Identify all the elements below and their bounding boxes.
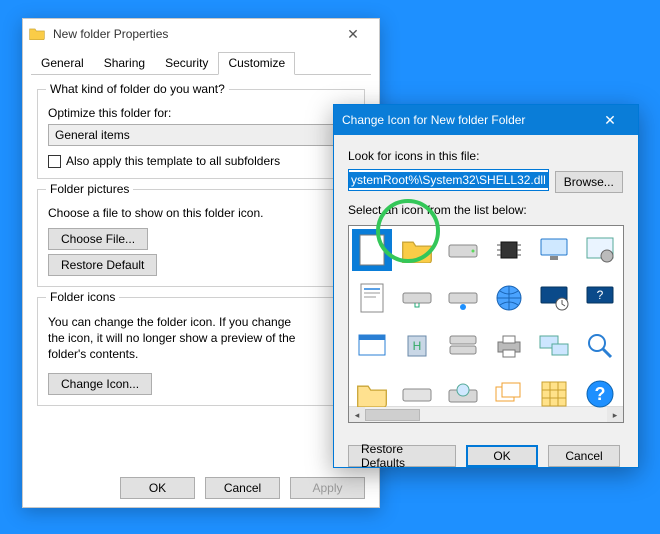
icon-list[interactable]: ? H? ◂ ▸: [348, 225, 624, 423]
close-button[interactable]: ✕: [590, 106, 630, 134]
display-settings-icon[interactable]: [532, 322, 578, 370]
ok-button[interactable]: OK: [466, 445, 538, 467]
properties-title: New folder Properties: [53, 27, 333, 41]
checkbox-box: [48, 155, 61, 168]
svg-text:?: ?: [595, 384, 606, 404]
look-label: Look for icons in this file:: [348, 149, 624, 163]
scroll-right-button[interactable]: ▸: [607, 407, 623, 423]
folder-icon[interactable]: [395, 226, 441, 274]
pictures-desc: Choose a file to show on this folder ico…: [48, 206, 354, 220]
optimize-combo[interactable]: General items ▾: [48, 124, 354, 146]
group-legend: What kind of folder do you want?: [46, 82, 229, 96]
clock-monitor-icon[interactable]: [532, 274, 578, 322]
icon-path-input[interactable]: ystemRoot%\System32\SHELL32.dll: [348, 169, 549, 191]
search-icon[interactable]: [577, 322, 623, 370]
group-legend: Folder icons: [46, 290, 119, 304]
scroll-track[interactable]: [365, 407, 607, 422]
select-label: Select an icon from the list below:: [348, 203, 624, 217]
properties-footer: OK Cancel Apply: [120, 473, 369, 499]
network-drive2-icon[interactable]: [440, 274, 486, 322]
group-folder-pictures: Folder pictures Choose a file to show on…: [37, 189, 365, 287]
document-icon[interactable]: [349, 274, 395, 322]
change-icon-titlebar[interactable]: Change Icon for New folder Folder ✕: [334, 105, 638, 135]
change-icon-title: Change Icon for New folder Folder: [342, 113, 590, 127]
scroll-left-button[interactable]: ◂: [349, 407, 365, 423]
cancel-button[interactable]: Cancel: [548, 445, 620, 467]
tab-general[interactable]: General: [31, 52, 94, 75]
window-icon[interactable]: [349, 322, 395, 370]
svg-text:?: ?: [597, 288, 604, 302]
tab-security[interactable]: Security: [155, 52, 218, 75]
restore-default-button[interactable]: Restore Default: [48, 254, 157, 276]
svg-text:H: H: [413, 339, 422, 353]
gear-window-icon[interactable]: [577, 226, 623, 274]
printer-icon[interactable]: [486, 322, 532, 370]
change-icon-body: Look for icons in this file: ystemRoot%\…: [334, 135, 638, 431]
tab-sharing[interactable]: Sharing: [94, 52, 155, 75]
horizontal-scrollbar[interactable]: ◂ ▸: [349, 406, 623, 422]
group-legend: Folder pictures: [46, 182, 133, 196]
subfolders-checkbox[interactable]: Also apply this template to all subfolde…: [48, 154, 354, 168]
scroll-thumb[interactable]: [365, 409, 420, 421]
ok-button[interactable]: OK: [120, 477, 195, 499]
customize-panel: What kind of folder do you want? Optimiz…: [23, 75, 379, 406]
monitor-people-icon[interactable]: [532, 226, 578, 274]
checkbox-label: Also apply this template to all subfolde…: [66, 154, 280, 168]
icons-desc: You can change the folder icon. If you c…: [48, 314, 308, 363]
blank-file-icon[interactable]: [349, 226, 395, 274]
icon-path-value: ystemRoot%\System32\SHELL32.dll: [349, 172, 548, 188]
change-icon-footer: Restore Defaults OK Cancel: [334, 431, 638, 467]
change-icon-dialog: Change Icon for New folder Folder ✕ Look…: [333, 104, 639, 468]
apply-button[interactable]: Apply: [290, 477, 365, 499]
folder-icon: [29, 26, 45, 42]
combo-value: General items: [55, 128, 130, 142]
globe-icon[interactable]: [486, 274, 532, 322]
properties-titlebar[interactable]: New folder Properties ✕: [23, 19, 379, 49]
group-folder-icons: Folder icons You can change the folder i…: [37, 297, 365, 406]
optimize-label: Optimize this folder for:: [48, 106, 354, 120]
change-icon-button[interactable]: Change Icon...: [48, 373, 152, 395]
properties-window: New folder Properties ✕ General Sharing …: [22, 18, 380, 508]
tab-customize[interactable]: Customize: [218, 52, 295, 75]
choose-file-button[interactable]: Choose File...: [48, 228, 148, 250]
cancel-button[interactable]: Cancel: [205, 477, 280, 499]
restore-defaults-button[interactable]: Restore Defaults: [348, 445, 456, 467]
close-button[interactable]: ✕: [333, 20, 373, 48]
tab-strip: General Sharing Security Customize: [31, 49, 371, 75]
server-h-icon[interactable]: H: [395, 322, 441, 370]
screen-help-icon[interactable]: ?: [577, 274, 623, 322]
drive-stack-icon[interactable]: [440, 322, 486, 370]
chip-icon[interactable]: [486, 226, 532, 274]
group-folder-type: What kind of folder do you want? Optimiz…: [37, 89, 365, 179]
drive-icon[interactable]: [440, 226, 486, 274]
browse-button[interactable]: Browse...: [555, 171, 623, 193]
network-drive-icon[interactable]: [395, 274, 441, 322]
